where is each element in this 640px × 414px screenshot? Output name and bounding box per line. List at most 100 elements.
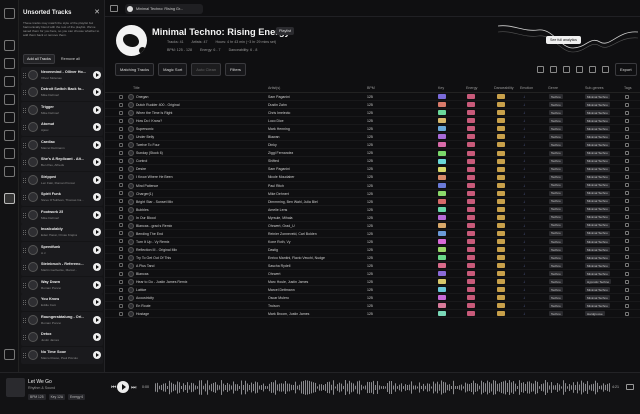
settings-icon[interactable]	[4, 148, 15, 159]
row-subgenre[interactable]: Minimal Techno	[585, 206, 610, 212]
row-subgenre[interactable]: Minimal Techno	[585, 126, 610, 132]
unsorted-track-item[interactable]: Stripped Len Faki, Roman Poncet	[21, 171, 103, 189]
drag-handle-icon[interactable]	[23, 125, 26, 131]
unsorted-track-item[interactable]: Atomut Ajaxx	[21, 119, 103, 137]
link-icon[interactable]	[563, 66, 570, 73]
row-subgenre[interactable]: Hardgroove	[585, 311, 605, 317]
table-row[interactable]: Mind Patience Paul Ritch 125 ↓ Techno Minimal…	[105, 182, 640, 190]
export-button[interactable]: Export	[615, 63, 637, 76]
table-row[interactable]: Lattice Marcel Dettmann 125 ↓ Techno Minimal …	[105, 286, 640, 295]
row-genre[interactable]: Techno	[549, 102, 563, 108]
table-row[interactable]: Hear to Do - Justin James Remix Marc Houl…	[105, 278, 640, 287]
col-tags[interactable]: Tags	[624, 86, 632, 90]
col-energy[interactable]: Energy	[466, 86, 477, 90]
drag-handle-icon[interactable]	[23, 282, 26, 288]
row-genre[interactable]: Techno	[549, 279, 563, 285]
play-track-button[interactable]	[93, 210, 101, 219]
tab-playlist[interactable]: Minimal Techno: Rising Gr...	[125, 4, 203, 14]
drag-handle-icon[interactable]	[23, 247, 26, 253]
row-checkbox[interactable]	[119, 94, 123, 99]
drag-handle-icon[interactable]	[23, 90, 26, 96]
row-genre[interactable]: Techno	[549, 206, 563, 212]
drag-handle-icon[interactable]	[23, 335, 26, 341]
playlist-play-button[interactable]	[138, 46, 147, 55]
unsorted-track-item[interactable]: Nexenmind - Olliver Ho... Oliver Molenae	[21, 67, 103, 84]
playlist-icon[interactable]	[4, 58, 15, 69]
row-subgenre[interactable]: Minimal Techno	[585, 94, 610, 100]
play-track-button[interactable]	[93, 298, 101, 307]
row-checkbox[interactable]	[119, 255, 123, 260]
row-subgenre[interactable]: Minimal Techno	[585, 255, 610, 261]
drag-handle-icon[interactable]	[23, 317, 26, 323]
table-row[interactable]: Under Belly Blawan 125 ↓ Techno Minimal Techn…	[105, 133, 640, 142]
row-checkbox[interactable]	[119, 150, 123, 155]
row-tag-icon[interactable]	[625, 271, 629, 276]
table-row[interactable]: Bubbles Amelie Lens 125 ↓ Techno Minimal Tech…	[105, 206, 640, 214]
table-row[interactable]: Turn It Up - Vy Remix Kone Roth, Vy 125 ↓ Te…	[105, 238, 640, 246]
row-tag-icon[interactable]	[625, 215, 629, 220]
row-checkbox[interactable]	[119, 215, 123, 220]
row-genre[interactable]: Techno	[549, 150, 563, 156]
table-row[interactable]: Charger(1) Mike Dehnert 125 ↓ Techno Minimal …	[105, 190, 640, 198]
row-genre[interactable]: Techno	[549, 239, 563, 245]
close-icon[interactable]: ✕	[94, 8, 100, 16]
unsorted-track-item[interactable]: Spirit Funk Steve O'Sullivan, Thomas Ca..…	[21, 189, 103, 207]
row-genre[interactable]: Techno	[549, 303, 563, 309]
row-checkbox[interactable]	[119, 239, 123, 244]
row-genre[interactable]: Techno	[549, 166, 563, 172]
col-subgenres[interactable]: Sub-genres	[585, 86, 604, 90]
undo-icon[interactable]	[576, 66, 583, 73]
row-subgenre[interactable]: Minimal Techno	[585, 222, 610, 228]
drag-handle-icon[interactable]	[23, 107, 26, 113]
play-track-button[interactable]	[93, 228, 101, 237]
auto-clean-button[interactable]: Auto Clean	[191, 63, 222, 76]
row-subgenre[interactable]: Minimal Techno	[585, 150, 610, 156]
row-tag-icon[interactable]	[625, 295, 629, 300]
stats-icon[interactable]	[4, 130, 15, 141]
row-subgenre[interactable]: Minimal Techno	[585, 271, 610, 277]
row-tag-icon[interactable]	[625, 126, 629, 131]
row-checkbox[interactable]	[119, 303, 123, 308]
col-genre[interactable]: Genre	[548, 86, 558, 90]
play-track-button[interactable]	[93, 263, 101, 272]
row-subgenre[interactable]: Minimal Techno	[585, 287, 610, 293]
remove-all-button[interactable]: Remove all	[59, 55, 82, 63]
row-genre[interactable]: Techno	[549, 230, 563, 236]
row-checkbox[interactable]	[119, 279, 123, 284]
tag-icon[interactable]	[4, 112, 15, 123]
row-subgenre[interactable]: Minimal Techno	[585, 247, 610, 253]
row-genre[interactable]: Techno	[549, 295, 563, 301]
play-track-button[interactable]	[93, 88, 101, 97]
unsorted-track-item[interactable]: Trigger Mike Dehnert	[21, 101, 103, 119]
row-tag-icon[interactable]	[625, 166, 629, 171]
col-danceability[interactable]: Danceability	[494, 86, 514, 90]
table-row[interactable]: Dutch Rudder 400 - Original Dustin Zahn 12…	[105, 101, 640, 110]
row-checkbox[interactable]	[119, 271, 123, 276]
row-genre[interactable]: Techno	[549, 126, 563, 132]
row-tag-icon[interactable]	[625, 134, 629, 139]
row-checkbox[interactable]	[119, 311, 123, 316]
previous-icon[interactable]: ⏮	[111, 385, 116, 392]
row-subgenre[interactable]: Minimal Techno	[585, 198, 610, 204]
volume-icon[interactable]	[626, 384, 634, 390]
row-subgenre[interactable]: Minimal Techno	[585, 158, 610, 164]
row-tag-icon[interactable]	[625, 158, 629, 163]
row-checkbox[interactable]	[119, 126, 123, 131]
table-row[interactable]: Acoustricity Oscar Mulero 125 ↓ Techno Minima…	[105, 294, 640, 303]
table-row[interactable]: When the Time Is Right Chris Imelecto 125 ↓…	[105, 109, 640, 118]
row-genre[interactable]: Techno	[549, 118, 563, 124]
drag-handle-icon[interactable]	[23, 230, 26, 236]
drag-handle-icon[interactable]	[23, 195, 26, 201]
col-title[interactable]: Title	[133, 86, 140, 90]
see-full-analytics-button[interactable]: See full analytics	[546, 36, 581, 44]
share-icon[interactable]	[4, 94, 15, 105]
table-row[interactable]: How Do I Know? Loco Dice 125 ↓ Techno Minimal…	[105, 117, 640, 126]
row-tag-icon[interactable]	[625, 223, 629, 228]
row-genre[interactable]: Techno	[549, 134, 563, 140]
unsorted-track-item[interactable]: Steinbruch - Referenc... Martin Gerbecke,…	[21, 259, 103, 277]
row-genre[interactable]: Techno	[549, 190, 563, 196]
row-tag-icon[interactable]	[625, 183, 629, 188]
unsorted-tracks-icon[interactable]	[4, 193, 15, 204]
row-subgenre[interactable]: Minimal Techno	[585, 230, 610, 236]
row-subgenre[interactable]: Minimal Techno	[585, 214, 610, 220]
